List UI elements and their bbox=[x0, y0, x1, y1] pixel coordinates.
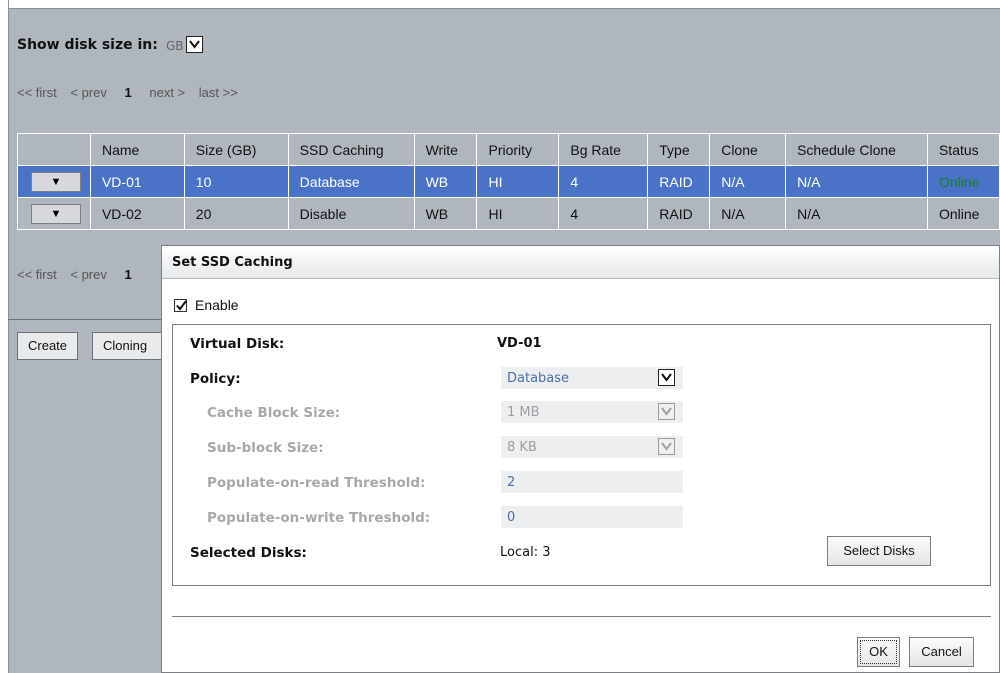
cell-bg-rate: 4 bbox=[558, 165, 649, 198]
disk-size-unit-select[interactable]: GB bbox=[160, 36, 217, 56]
create-button[interactable]: Create bbox=[17, 332, 79, 360]
column-header[interactable]: Name bbox=[89, 133, 185, 166]
cell-priority: HI bbox=[476, 197, 560, 230]
column-header[interactable]: Type bbox=[647, 133, 711, 166]
dialog-divider bbox=[172, 616, 991, 617]
ssd-caching-settings-panel: Virtual Disk: VD-01 Policy: Database Cac… bbox=[172, 324, 991, 586]
left-frame bbox=[0, 0, 9, 673]
column-header[interactable]: Size (GB) bbox=[183, 133, 289, 166]
populate-on-write-value: 0 bbox=[507, 510, 516, 525]
cell-size: 10 bbox=[183, 165, 289, 198]
populate-on-read-input[interactable]: 2 bbox=[501, 471, 683, 493]
cell-clone: N/A bbox=[709, 197, 787, 230]
policy-select-value: Database bbox=[507, 371, 570, 386]
cancel-button[interactable]: Cancel bbox=[909, 637, 974, 667]
virtual-disk-value: VD-01 bbox=[497, 336, 542, 351]
cache-block-size-value: 1 MB bbox=[507, 405, 540, 420]
chevron-down-icon[interactable] bbox=[186, 36, 203, 53]
table-header-row: Name Size (GB) SSD Caching Write Priorit… bbox=[17, 133, 1000, 166]
populate-on-read-label: Populate-on-read Threshold: bbox=[207, 475, 426, 491]
pager-first-link[interactable]: << first bbox=[17, 85, 57, 100]
policy-select[interactable]: Database bbox=[501, 367, 683, 389]
policy-label: Policy: bbox=[190, 371, 241, 387]
disk-size-label: Show disk size in: bbox=[17, 37, 158, 53]
row-action-dropdown-button[interactable]: ▼ bbox=[31, 203, 81, 224]
sub-block-size-label: Sub-block Size: bbox=[207, 440, 324, 456]
cell-write: WB bbox=[413, 165, 478, 198]
populate-on-read-value: 2 bbox=[507, 475, 516, 490]
populate-on-write-label: Populate-on-write Threshold: bbox=[207, 510, 431, 526]
row-action-cell: ▼ bbox=[17, 197, 91, 230]
column-header[interactable]: Status bbox=[926, 133, 1000, 166]
table-row[interactable]: ▼ VD-02 20 Disable WB HI 4 RAID N/A N/A … bbox=[17, 197, 1000, 230]
sub-block-size-select: 8 KB bbox=[501, 436, 683, 458]
cell-priority: HI bbox=[476, 165, 560, 198]
checkmark-icon bbox=[176, 300, 187, 311]
dialog-title: Set SSD Caching bbox=[162, 246, 999, 279]
pager-current-page: 1 bbox=[124, 85, 132, 100]
cell-name: VD-01 bbox=[89, 165, 185, 198]
table-row[interactable]: ▼ VD-01 10 Database WB HI 4 RAID N/A N/A… bbox=[17, 165, 1000, 198]
pager-bottom: << first < prev 1 bbox=[17, 267, 142, 282]
column-header[interactable]: SSD Caching bbox=[287, 133, 415, 166]
cell-type: RAID bbox=[647, 165, 711, 198]
top-frame bbox=[0, 0, 1000, 9]
cell-ssd-caching: Database bbox=[287, 165, 415, 198]
cell-schedule-clone: N/A bbox=[785, 165, 928, 198]
disk-size-unit-value: GB bbox=[166, 39, 184, 53]
virtual-disk-table: Name Size (GB) SSD Caching Write Priorit… bbox=[17, 133, 1000, 230]
chevron-down-icon bbox=[658, 438, 675, 455]
cell-status: Online bbox=[926, 197, 1000, 230]
column-header[interactable]: Priority bbox=[476, 133, 560, 166]
selected-disks-value: Local: 3 bbox=[500, 545, 551, 560]
populate-on-write-input[interactable]: 0 bbox=[501, 506, 683, 528]
cell-size: 20 bbox=[183, 197, 289, 230]
sub-block-size-value: 8 KB bbox=[507, 440, 537, 455]
row-action-dropdown-button[interactable]: ▼ bbox=[31, 171, 81, 192]
column-header[interactable]: Schedule Clone bbox=[785, 133, 928, 166]
cell-type: RAID bbox=[647, 197, 711, 230]
pager-first-link[interactable]: << first bbox=[17, 267, 57, 282]
pager-next-link[interactable]: next > bbox=[149, 85, 185, 100]
chevron-down-icon bbox=[658, 403, 675, 420]
cell-write: WB bbox=[413, 197, 478, 230]
cell-status: Online bbox=[926, 165, 1000, 198]
cloning-button[interactable]: Cloning bbox=[92, 332, 172, 360]
pager-top: << first < prev 1 next > last >> bbox=[17, 85, 248, 100]
cache-block-size-label: Cache Block Size: bbox=[207, 405, 341, 421]
column-header[interactable]: Bg Rate bbox=[558, 133, 649, 166]
row-action-cell: ▼ bbox=[17, 165, 91, 198]
column-header[interactable]: Write bbox=[413, 133, 478, 166]
pager-prev-link[interactable]: < prev bbox=[70, 85, 107, 100]
select-disks-button[interactable]: Select Disks bbox=[827, 536, 931, 566]
virtual-disk-label: Virtual Disk: bbox=[190, 336, 285, 352]
enable-label: Enable bbox=[195, 297, 239, 313]
cache-block-size-select: 1 MB bbox=[501, 401, 683, 423]
pager-last-link[interactable]: last >> bbox=[199, 85, 238, 100]
cell-name: VD-02 bbox=[89, 197, 185, 230]
ok-button[interactable]: OK bbox=[857, 637, 900, 667]
divider bbox=[8, 319, 163, 320]
cell-clone: N/A bbox=[709, 165, 787, 198]
column-header-actions bbox=[17, 133, 91, 166]
pager-current-page: 1 bbox=[124, 267, 132, 282]
pager-prev-link[interactable]: < prev bbox=[70, 267, 107, 282]
selected-disks-label: Selected Disks: bbox=[190, 545, 307, 561]
set-ssd-caching-dialog: Set SSD Caching Enable Virtual Disk: VD-… bbox=[161, 245, 1000, 673]
chevron-down-icon[interactable] bbox=[658, 369, 675, 386]
cell-schedule-clone: N/A bbox=[785, 197, 928, 230]
cell-bg-rate: 4 bbox=[558, 197, 649, 230]
enable-checkbox[interactable] bbox=[174, 299, 187, 312]
column-header[interactable]: Clone bbox=[709, 133, 787, 166]
cell-ssd-caching: Disable bbox=[287, 197, 415, 230]
